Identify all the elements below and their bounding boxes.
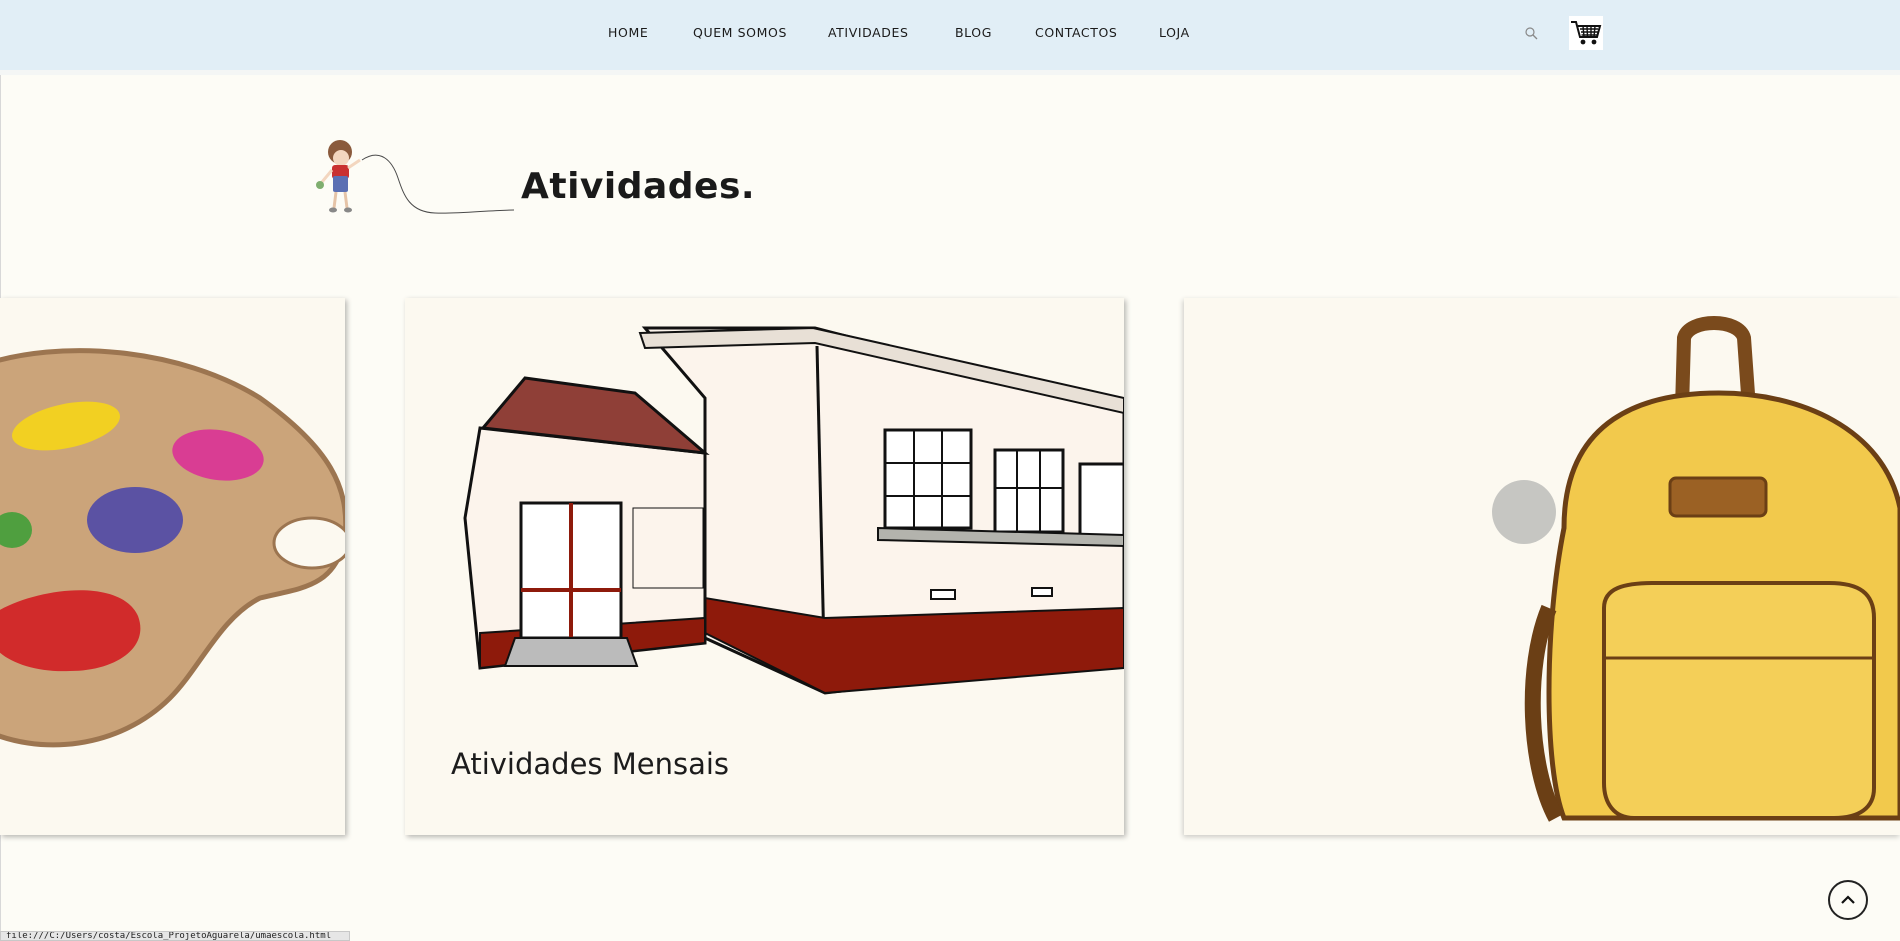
browser-status-url: file:///C:/Users/costa/Escola_ProjetoAgu… xyxy=(0,931,350,941)
main-nav: HOME QUEM SOMOS ATIVIDADES BLOG CONTACTO… xyxy=(0,0,1900,70)
carousel-slide-backpack[interactable] xyxy=(1184,298,1900,835)
search-icon[interactable] xyxy=(1524,26,1538,40)
boy-with-string-illustration xyxy=(316,140,515,214)
back-to-top-button[interactable] xyxy=(1828,880,1868,920)
nav-quem-somos[interactable]: QUEM SOMOS xyxy=(693,25,787,40)
page-title: Atividades. xyxy=(521,166,756,207)
nav-blog[interactable]: BLOG xyxy=(955,25,992,40)
carousel-slide-atividades-mensais[interactable]: Atividades Mensais xyxy=(405,298,1124,835)
carousel-indicator[interactable] xyxy=(1492,480,1556,544)
nav-contactos[interactable]: CONTACTOS xyxy=(1035,25,1117,40)
site-header: HOME QUEM SOMOS ATIVIDADES BLOG CONTACTO… xyxy=(0,0,1900,71)
nav-home[interactable]: HOME xyxy=(608,25,648,40)
slide-caption: Atividades Mensais xyxy=(451,747,730,781)
school-backpack-image xyxy=(1524,316,1900,822)
nav-atividades[interactable]: ATIVIDADES xyxy=(828,25,909,40)
carousel-slide-palette[interactable] xyxy=(0,298,345,835)
paint-palette-image xyxy=(0,348,345,748)
shopping-cart-icon[interactable] xyxy=(1569,16,1603,50)
nav-loja[interactable]: LOJA xyxy=(1159,25,1190,40)
header-divider xyxy=(0,70,1900,75)
chevron-up-icon xyxy=(1841,895,1855,904)
